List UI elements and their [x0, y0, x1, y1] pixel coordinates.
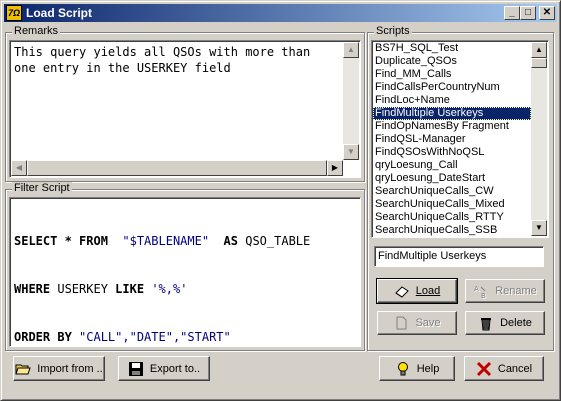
sql-identifier: QSO_TABLE	[245, 234, 311, 248]
save-button[interactable]: Save	[377, 311, 457, 335]
scroll-left-arrow-icon[interactable]: ◀	[11, 160, 27, 176]
script-list-item[interactable]: SearchUniqueCalls_CW	[373, 185, 531, 198]
scroll-up-arrow-icon[interactable]: ▲	[531, 42, 547, 58]
sql-line-2: WHERE USERKEY LIKE '%,%'	[14, 281, 310, 297]
sql-keyword: SELECT * FROM	[14, 234, 108, 248]
load-label: Load	[415, 285, 441, 297]
load-script-dialog: 7Ω Load Script _ □ ✕ Remarks This query …	[0, 0, 561, 401]
script-name-input[interactable]: FindMultiple Userkeys	[374, 246, 544, 267]
maximize-button[interactable]: □	[520, 6, 536, 20]
scroll-thumb[interactable]	[27, 160, 327, 176]
delete-label: Delete	[500, 317, 532, 329]
remarks-textarea[interactable]: This query yields all QSOs with more tha…	[9, 40, 361, 178]
rename-ab-icon: AB	[473, 283, 489, 300]
script-list-item[interactable]: SearchUniqueCalls_SSB	[373, 224, 531, 237]
cancel-x-icon	[476, 361, 492, 377]
cancel-label: Cancel	[497, 362, 533, 375]
script-list-item[interactable]: qryLoesung_DateStart	[373, 172, 531, 185]
script-list-item[interactable]: FindQSOsWithNoQSL	[373, 146, 531, 159]
trash-icon	[478, 315, 494, 331]
remarks-horizontal-scrollbar[interactable]: ◀ ▶	[11, 160, 343, 176]
script-list-item[interactable]: Duplicate_QSOs	[373, 55, 531, 68]
remarks-line: one entry in the USERKEY field	[14, 61, 231, 75]
rename-button[interactable]: AB Rename	[465, 279, 545, 303]
sql-keyword: AS	[223, 234, 238, 248]
scroll-thumb[interactable]	[531, 58, 547, 68]
load-button[interactable]: Load	[376, 278, 458, 304]
title-bar[interactable]: 7Ω Load Script _ □ ✕	[4, 4, 557, 22]
save-document-icon	[393, 315, 409, 331]
app-icon: 7Ω	[6, 5, 22, 21]
script-list-item[interactable]: Find_MM_Calls	[373, 68, 531, 81]
export-button[interactable]: Export to..	[118, 356, 210, 381]
filter-script-editor[interactable]: SELECT * FROM "$TABLENAME" AS QSO_TABLE …	[9, 197, 361, 347]
script-list-item[interactable]: FindQSL-Manager	[373, 133, 531, 146]
script-list-item[interactable]: qryLoesung_Call	[373, 159, 531, 172]
script-list-item[interactable]: FindMultiple Userkeys	[373, 107, 531, 120]
save-label: Save	[415, 317, 441, 329]
scripts-listbox[interactable]: BS7H_SQL_Test Duplicate_QSOs Find_MM_Calls…	[371, 40, 549, 238]
filter-script-group: Filter Script SELECT * FROM "$TABLENAME"…	[5, 182, 365, 351]
delete-button[interactable]: Delete	[465, 311, 545, 335]
sql-string: "$TABLENAME"	[122, 234, 210, 248]
cancel-button[interactable]: Cancel	[464, 356, 544, 381]
export-label: Export to..	[149, 362, 201, 375]
scroll-down-arrow-icon[interactable]: ▼	[343, 144, 359, 160]
minimize-button[interactable]: _	[504, 6, 520, 20]
scroll-down-arrow-icon[interactable]: ▼	[531, 220, 547, 236]
script-list-item[interactable]: SearchUniqueCalls_Mixed	[373, 198, 531, 211]
help-button[interactable]: Help	[379, 356, 455, 381]
remarks-line: This query yields all QSOs with more tha…	[14, 45, 311, 59]
script-list-item[interactable]: FindOpNamesBy Fragment	[373, 120, 531, 133]
remarks-group: Remarks This query yields all QSOs with …	[5, 25, 365, 182]
sql-keyword: ORDER BY	[14, 330, 72, 344]
import-label: Import from ..	[37, 362, 103, 375]
script-list-item[interactable]: SearchUniqueCalls_RTTY	[373, 211, 531, 224]
window-title: Load Script	[26, 6, 93, 20]
script-list-item[interactable]: BS7H_SQL_Test	[373, 42, 531, 55]
sql-line-1: SELECT * FROM "$TABLENAME" AS QSO_TABLE	[14, 233, 310, 249]
import-button[interactable]: Import from ..	[13, 356, 105, 381]
scroll-up-arrow-icon[interactable]: ▲	[343, 42, 359, 58]
remarks-label: Remarks	[12, 25, 61, 37]
sql-string: "CALL","DATE","START"	[79, 330, 231, 344]
sql-keyword: WHERE	[14, 282, 51, 296]
scripts-label: Scripts	[374, 25, 412, 37]
eraser-icon	[394, 283, 410, 299]
sql-identifier: USERKEY	[57, 282, 108, 296]
svg-text:A: A	[474, 285, 479, 293]
close-button[interactable]: ✕	[539, 6, 555, 20]
sql-string: '%,%'	[151, 282, 188, 296]
sql-keyword: LIKE	[115, 282, 145, 296]
scripts-vertical-scrollbar[interactable]: ▲ ▼	[531, 42, 547, 236]
help-lightbulb-icon	[395, 361, 411, 377]
scroll-right-arrow-icon[interactable]: ▶	[327, 160, 343, 176]
help-label: Help	[416, 362, 440, 375]
scripts-group: Scripts BS7H_SQL_Test Duplicate_QSOs Find_…	[367, 25, 554, 351]
rename-label: Rename	[495, 285, 537, 297]
sql-line-3: ORDER BY "CALL","DATE","START"	[14, 329, 310, 345]
filter-script-label: Filter Script	[12, 182, 72, 194]
script-list-item[interactable]: FindLoc+Name	[373, 94, 531, 107]
remarks-vertical-scrollbar[interactable]: ▲ ▼	[343, 42, 359, 160]
script-name-value: FindMultiple Userkeys	[378, 250, 487, 262]
svg-text:B: B	[481, 292, 486, 299]
floppy-disk-icon	[128, 361, 144, 377]
open-folder-icon	[15, 361, 31, 377]
scripts-list: BS7H_SQL_Test Duplicate_QSOs Find_MM_Calls…	[373, 42, 531, 237]
script-list-item[interactable]: FindCallsPerCountryNum	[373, 81, 531, 94]
